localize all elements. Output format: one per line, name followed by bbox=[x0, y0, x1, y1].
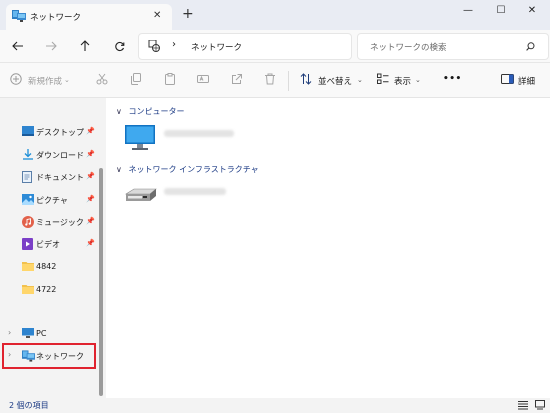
address-row: › ネットワーク ネットワークの検索 bbox=[0, 30, 550, 62]
download-icon bbox=[22, 149, 34, 160]
status-bar: 2 個の項目 bbox=[0, 398, 550, 413]
computer-item[interactable] bbox=[124, 124, 274, 152]
tab-network[interactable]: ネットワーク ✕ bbox=[6, 4, 172, 30]
breadcrumb-network[interactable]: ネットワーク bbox=[191, 41, 242, 53]
pin-icon: 📌 bbox=[86, 239, 95, 247]
new-tab-button[interactable]: + bbox=[182, 6, 194, 22]
back-button[interactable] bbox=[9, 37, 27, 55]
group-header-computer[interactable]: ∨ コンピューター bbox=[116, 106, 185, 117]
refresh-button[interactable] bbox=[110, 37, 128, 55]
music-icon bbox=[22, 216, 34, 228]
folder-icon bbox=[22, 261, 34, 271]
sidebar-item-desktop[interactable]: デスクトップ 📌 bbox=[0, 122, 96, 142]
cut-icon[interactable] bbox=[96, 73, 108, 85]
new-icon bbox=[10, 73, 22, 85]
sidebar-item-documents[interactable]: ドキュメント 📌 bbox=[0, 167, 96, 187]
sidebar-item-label: ダウンロード bbox=[36, 151, 84, 160]
view-dropdown-chevron-icon: ⌄ bbox=[415, 76, 421, 84]
tiles-view-icon[interactable] bbox=[535, 400, 545, 410]
sidebar-item-pictures[interactable]: ピクチャ 📌 bbox=[0, 190, 96, 210]
collapse-chevron-icon: ∨ bbox=[116, 165, 122, 174]
sidebar-item-pc[interactable]: › PC bbox=[0, 324, 96, 344]
network-location-icon bbox=[148, 40, 161, 52]
desktop-icon bbox=[22, 126, 34, 136]
folder-icon bbox=[22, 284, 34, 294]
sort-dropdown-chevron-icon: ⌄ bbox=[357, 76, 363, 84]
search-input[interactable]: ネットワークの検索 bbox=[357, 33, 549, 60]
sidebar-item-label: ドキュメント bbox=[36, 173, 84, 182]
breadcrumb-separator[interactable]: › bbox=[172, 39, 176, 50]
minimize-button[interactable]: — bbox=[450, 0, 486, 20]
sidebar-item-label: PC bbox=[36, 329, 47, 338]
sidebar-scrollbar[interactable] bbox=[99, 168, 103, 396]
group-header-network-infrastructure[interactable]: ∨ ネットワーク インフラストラクチャ bbox=[116, 164, 259, 175]
paste-icon[interactable] bbox=[164, 73, 176, 85]
pin-icon: 📌 bbox=[86, 217, 95, 225]
expand-chevron-icon[interactable]: › bbox=[8, 328, 11, 337]
sort-button[interactable]: 並べ替え bbox=[318, 75, 352, 87]
delete-icon[interactable] bbox=[264, 73, 276, 85]
network-icon bbox=[12, 10, 26, 22]
pin-icon: 📌 bbox=[86, 172, 95, 180]
documents-icon bbox=[22, 171, 33, 183]
back-arrow-icon bbox=[12, 41, 23, 51]
share-icon[interactable] bbox=[231, 73, 243, 85]
sort-icon bbox=[300, 73, 312, 85]
details-view-icon[interactable] bbox=[518, 400, 528, 410]
highlight-box bbox=[2, 343, 96, 369]
sidebar-item-folder-4842[interactable]: 4842 bbox=[0, 257, 96, 277]
command-bar: 新規作成 ⌄ 並べ替え ⌄ 表示 ⌄ ••• 詳細 bbox=[0, 62, 550, 98]
view-button[interactable]: 表示 bbox=[394, 75, 411, 87]
sidebar-item-label: 4842 bbox=[36, 262, 57, 271]
monitor-icon bbox=[124, 124, 156, 152]
pin-icon: 📌 bbox=[86, 150, 95, 158]
pictures-icon bbox=[22, 194, 34, 205]
details-button[interactable]: 詳細 bbox=[518, 75, 535, 87]
view-icon bbox=[377, 73, 389, 85]
sidebar-item-music[interactable]: ミュージック 📌 bbox=[0, 212, 96, 232]
group-title: コンピューター bbox=[128, 107, 185, 116]
pc-icon bbox=[22, 328, 34, 338]
sidebar-item-label: ビデオ bbox=[36, 240, 60, 249]
title-bar: ネットワーク ✕ + — ☐ ✕ bbox=[0, 0, 550, 30]
group-title: ネットワーク インフラストラクチャ bbox=[128, 165, 259, 174]
refresh-icon bbox=[114, 41, 124, 51]
collapse-chevron-icon: ∨ bbox=[116, 107, 122, 116]
details-pane-icon bbox=[501, 73, 514, 85]
sidebar-item-label: デスクトップ bbox=[36, 128, 84, 137]
sidebar-item-label: 4722 bbox=[36, 285, 57, 294]
address-bar[interactable]: › ネットワーク bbox=[138, 33, 352, 60]
new-button[interactable]: 新規作成 bbox=[28, 75, 62, 87]
command-separator bbox=[288, 71, 289, 91]
up-button[interactable] bbox=[76, 37, 94, 55]
new-dropdown-chevron-icon: ⌄ bbox=[64, 76, 70, 84]
more-options-button[interactable]: ••• bbox=[443, 74, 462, 84]
router-icon bbox=[122, 186, 158, 206]
computer-name-redacted bbox=[164, 130, 234, 137]
device-name-redacted bbox=[164, 188, 226, 195]
item-count: 2 個の項目 bbox=[9, 401, 49, 410]
close-window-button[interactable]: ✕ bbox=[514, 0, 550, 20]
rename-icon[interactable] bbox=[197, 73, 209, 85]
sidebar-item-label: ピクチャ bbox=[36, 196, 68, 205]
copy-icon[interactable] bbox=[130, 73, 142, 85]
search-placeholder: ネットワークの検索 bbox=[370, 43, 447, 53]
sidebar-item-videos[interactable]: ビデオ 📌 bbox=[0, 234, 96, 254]
videos-icon bbox=[22, 238, 33, 250]
content-pane: ∨ コンピューター ∨ ネットワーク インフラストラクチャ bbox=[106, 98, 550, 398]
up-arrow-icon bbox=[80, 40, 90, 51]
sidebar-item-downloads[interactable]: ダウンロード 📌 bbox=[0, 145, 96, 165]
sidebar-item-label: ミュージック bbox=[36, 218, 84, 227]
pin-icon: 📌 bbox=[86, 195, 95, 203]
forward-arrow-icon bbox=[46, 41, 57, 51]
close-tab-icon[interactable]: ✕ bbox=[153, 10, 161, 21]
search-icon bbox=[526, 42, 535, 51]
network-device-item[interactable] bbox=[122, 184, 272, 208]
tab-title: ネットワーク bbox=[30, 13, 82, 23]
forward-button[interactable] bbox=[42, 37, 60, 55]
pin-icon: 📌 bbox=[86, 127, 95, 135]
sidebar-item-folder-4722[interactable]: 4722 bbox=[0, 280, 96, 300]
